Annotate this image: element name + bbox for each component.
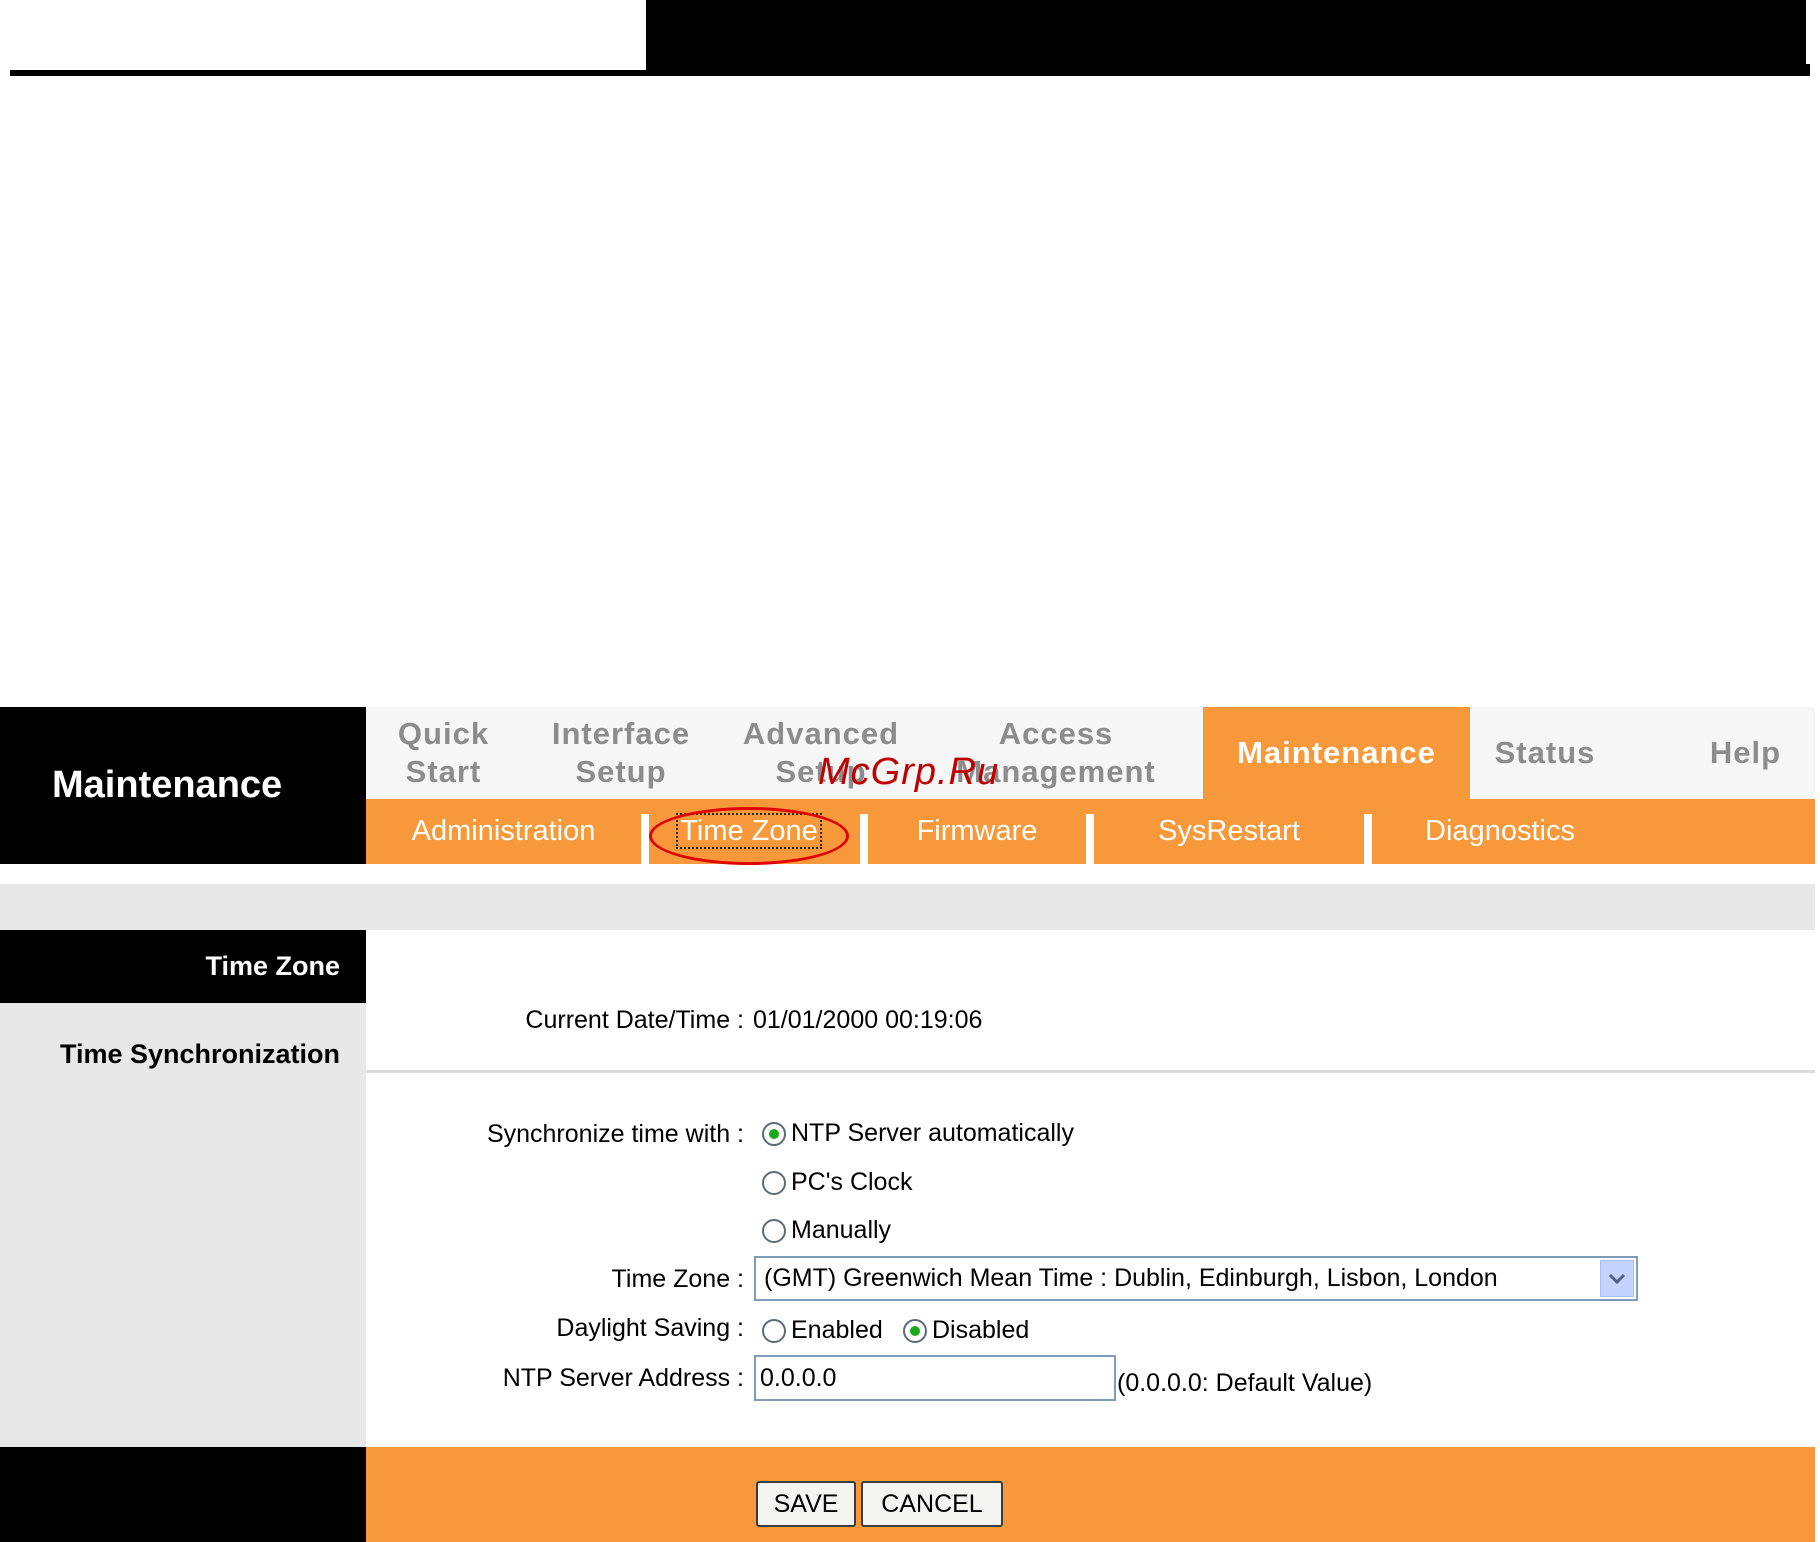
subtab-diagnostics[interactable]: Diagnostics bbox=[1372, 799, 1628, 864]
timezone-label: Time Zone : bbox=[611, 1265, 744, 1293]
timezone-select[interactable]: (GMT) Greenwich Mean Time : Dublin, Edin… bbox=[754, 1256, 1638, 1301]
chevron-down-icon[interactable] bbox=[1600, 1260, 1634, 1297]
tab-interface-setup[interactable]: Interface Setup bbox=[521, 707, 721, 799]
ntp-server-label: NTP Server Address : bbox=[502, 1364, 744, 1392]
header-rule bbox=[10, 70, 646, 76]
router-ui: Maintenance Quick Start Interface Setup … bbox=[0, 707, 1815, 1542]
divider bbox=[366, 1070, 1815, 1073]
subtab-separator bbox=[1086, 814, 1094, 864]
footer-sidebar bbox=[0, 1447, 366, 1542]
tab-quick-start[interactable]: Quick Start bbox=[366, 707, 521, 799]
radio-checked-icon[interactable] bbox=[762, 1121, 786, 1146]
sync-label: Synchronize time with : bbox=[486, 1120, 744, 1148]
radio-unchecked-icon[interactable] bbox=[762, 1170, 786, 1195]
tab-label-line2: Setup bbox=[575, 754, 667, 789]
sub-nav: Administration Time Zone Firmware SysRes… bbox=[366, 799, 1815, 865]
tab-label-line1: Maintenance bbox=[1237, 735, 1436, 770]
tab-label-line1: Interface bbox=[551, 716, 691, 751]
tab-label-line2: Start bbox=[405, 754, 482, 789]
radio-unchecked-icon[interactable] bbox=[762, 1318, 786, 1343]
tab-label-line1: Advanced bbox=[742, 716, 900, 751]
subtab-sysrestart[interactable]: SysRestart bbox=[1094, 799, 1364, 864]
current-datetime-label: Current Date/Time : bbox=[525, 1006, 744, 1034]
radio-ntp-server[interactable]: NTP Server automatically bbox=[762, 1119, 1074, 1148]
radio-label: Manually bbox=[791, 1216, 892, 1244]
radio-label: Enabled bbox=[791, 1316, 883, 1344]
section-title: Time Zone bbox=[0, 930, 366, 1003]
radio-pcs-clock[interactable]: PC's Clock bbox=[762, 1168, 912, 1197]
radio-daylight-enabled[interactable]: Enabled bbox=[762, 1316, 883, 1345]
main-nav: Quick Start Interface Setup Advanced Set… bbox=[366, 707, 1815, 799]
tab-label-line1: Access bbox=[998, 716, 1114, 751]
daylight-saving-label: Daylight Saving : bbox=[556, 1314, 744, 1342]
sidebar-title: Maintenance bbox=[0, 707, 366, 864]
current-datetime-value: 01/01/2000 00:19:06 bbox=[753, 1006, 983, 1034]
watermark-text: McGrp.Ru bbox=[818, 751, 1000, 793]
timezone-value: (GMT) Greenwich Mean Time : Dublin, Edin… bbox=[764, 1264, 1498, 1292]
section-title-bar bbox=[366, 930, 1815, 1003]
subtab-separator bbox=[641, 814, 649, 864]
subtab-separator bbox=[860, 814, 868, 864]
radio-checked-icon[interactable] bbox=[903, 1318, 927, 1343]
footer-bar bbox=[366, 1447, 1815, 1542]
tab-help[interactable]: Help bbox=[1676, 707, 1815, 799]
subtab-firmware[interactable]: Firmware bbox=[868, 799, 1086, 864]
radio-daylight-disabled[interactable]: Disabled bbox=[903, 1316, 1029, 1345]
ntp-server-hint: (0.0.0.0: Default Value) bbox=[1117, 1369, 1373, 1397]
radio-unchecked-icon[interactable] bbox=[762, 1218, 786, 1243]
subtab-separator bbox=[1364, 814, 1372, 864]
tab-label-line1: Quick bbox=[397, 716, 490, 751]
radio-label: NTP Server automatically bbox=[791, 1119, 1074, 1147]
tab-status[interactable]: Status bbox=[1470, 707, 1620, 799]
cancel-button[interactable]: CANCEL bbox=[861, 1481, 1003, 1527]
tab-maintenance[interactable]: Maintenance bbox=[1203, 707, 1470, 799]
header-bar bbox=[646, 0, 1810, 76]
radio-label: Disabled bbox=[932, 1316, 1030, 1344]
subtab-administration[interactable]: Administration bbox=[366, 799, 641, 864]
time-sync-section-label: Time Synchronization bbox=[59, 1039, 340, 1069]
radio-manually[interactable]: Manually bbox=[762, 1216, 891, 1245]
ntp-server-input[interactable]: 0.0.0.0 bbox=[754, 1355, 1116, 1401]
highlight-circle bbox=[649, 807, 849, 865]
tab-label-line1: Status bbox=[1494, 735, 1596, 770]
tab-label-line1: Help bbox=[1709, 735, 1782, 770]
header-bar-edge bbox=[1806, 0, 1810, 64]
spacer-strip bbox=[0, 884, 1815, 930]
save-button[interactable]: SAVE bbox=[756, 1481, 856, 1527]
radio-label: PC's Clock bbox=[791, 1168, 913, 1196]
